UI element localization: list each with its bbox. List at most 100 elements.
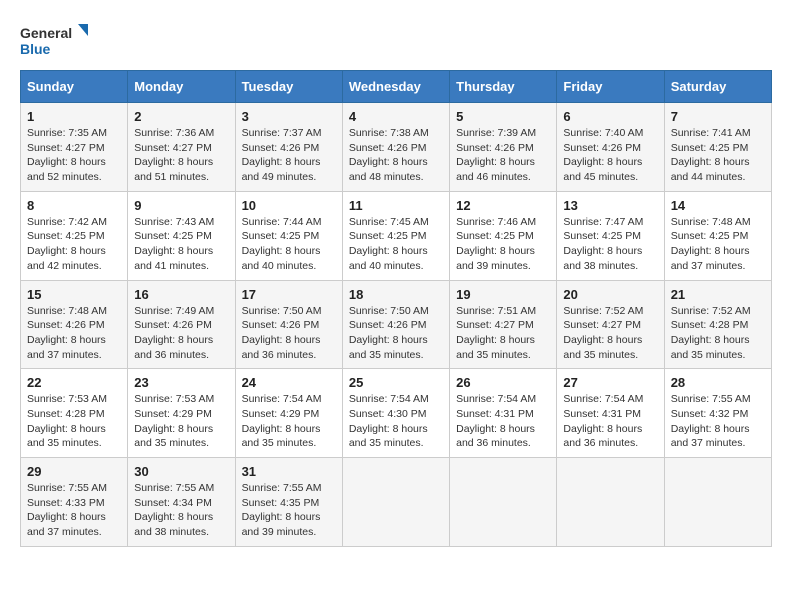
- day-number: 25: [349, 375, 443, 390]
- day-number: 14: [671, 198, 765, 213]
- calendar-week-row: 22 Sunrise: 7:53 AMSunset: 4:28 PMDaylig…: [21, 369, 772, 458]
- calendar-cell: 11 Sunrise: 7:45 AMSunset: 4:25 PMDaylig…: [342, 191, 449, 280]
- calendar-cell: 7 Sunrise: 7:41 AMSunset: 4:25 PMDayligh…: [664, 103, 771, 192]
- day-number: 28: [671, 375, 765, 390]
- day-detail: Sunrise: 7:50 AMSunset: 4:26 PMDaylight:…: [349, 305, 429, 361]
- day-detail: Sunrise: 7:55 AMSunset: 4:33 PMDaylight:…: [27, 482, 107, 538]
- weekday-header-sunday: Sunday: [21, 71, 128, 103]
- calendar-cell: 15 Sunrise: 7:48 AMSunset: 4:26 PMDaylig…: [21, 280, 128, 369]
- weekday-header-tuesday: Tuesday: [235, 71, 342, 103]
- day-number: 27: [563, 375, 657, 390]
- calendar-cell: 21 Sunrise: 7:52 AMSunset: 4:28 PMDaylig…: [664, 280, 771, 369]
- day-number: 30: [134, 464, 228, 479]
- weekday-header-friday: Friday: [557, 71, 664, 103]
- calendar-cell: 6 Sunrise: 7:40 AMSunset: 4:26 PMDayligh…: [557, 103, 664, 192]
- day-detail: Sunrise: 7:40 AMSunset: 4:26 PMDaylight:…: [563, 127, 643, 183]
- day-detail: Sunrise: 7:49 AMSunset: 4:26 PMDaylight:…: [134, 305, 214, 361]
- calendar-cell: 31 Sunrise: 7:55 AMSunset: 4:35 PMDaylig…: [235, 458, 342, 547]
- calendar-cell: 26 Sunrise: 7:54 AMSunset: 4:31 PMDaylig…: [450, 369, 557, 458]
- day-detail: Sunrise: 7:51 AMSunset: 4:27 PMDaylight:…: [456, 305, 536, 361]
- day-number: 9: [134, 198, 228, 213]
- day-number: 26: [456, 375, 550, 390]
- day-detail: Sunrise: 7:55 AMSunset: 4:32 PMDaylight:…: [671, 393, 751, 449]
- weekday-header-saturday: Saturday: [664, 71, 771, 103]
- day-number: 8: [27, 198, 121, 213]
- weekday-header-monday: Monday: [128, 71, 235, 103]
- calendar-week-row: 15 Sunrise: 7:48 AMSunset: 4:26 PMDaylig…: [21, 280, 772, 369]
- day-detail: Sunrise: 7:55 AMSunset: 4:34 PMDaylight:…: [134, 482, 214, 538]
- day-detail: Sunrise: 7:53 AMSunset: 4:28 PMDaylight:…: [27, 393, 107, 449]
- day-detail: Sunrise: 7:54 AMSunset: 4:31 PMDaylight:…: [456, 393, 536, 449]
- day-detail: Sunrise: 7:47 AMSunset: 4:25 PMDaylight:…: [563, 216, 643, 272]
- day-detail: Sunrise: 7:44 AMSunset: 4:25 PMDaylight:…: [242, 216, 322, 272]
- day-detail: Sunrise: 7:35 AMSunset: 4:27 PMDaylight:…: [27, 127, 107, 183]
- day-detail: Sunrise: 7:54 AMSunset: 4:29 PMDaylight:…: [242, 393, 322, 449]
- day-detail: Sunrise: 7:54 AMSunset: 4:31 PMDaylight:…: [563, 393, 643, 449]
- calendar-cell: 28 Sunrise: 7:55 AMSunset: 4:32 PMDaylig…: [664, 369, 771, 458]
- day-number: 23: [134, 375, 228, 390]
- calendar-table: SundayMondayTuesdayWednesdayThursdayFrid…: [20, 70, 772, 547]
- calendar-cell: 17 Sunrise: 7:50 AMSunset: 4:26 PMDaylig…: [235, 280, 342, 369]
- calendar-cell: 1 Sunrise: 7:35 AMSunset: 4:27 PMDayligh…: [21, 103, 128, 192]
- calendar-cell: [557, 458, 664, 547]
- day-number: 17: [242, 287, 336, 302]
- day-number: 19: [456, 287, 550, 302]
- day-number: 10: [242, 198, 336, 213]
- calendar-cell: 10 Sunrise: 7:44 AMSunset: 4:25 PMDaylig…: [235, 191, 342, 280]
- day-number: 21: [671, 287, 765, 302]
- day-number: 18: [349, 287, 443, 302]
- day-detail: Sunrise: 7:41 AMSunset: 4:25 PMDaylight:…: [671, 127, 751, 183]
- day-number: 13: [563, 198, 657, 213]
- weekday-header-row: SundayMondayTuesdayWednesdayThursdayFrid…: [21, 71, 772, 103]
- weekday-header-wednesday: Wednesday: [342, 71, 449, 103]
- calendar-cell: [450, 458, 557, 547]
- day-detail: Sunrise: 7:52 AMSunset: 4:28 PMDaylight:…: [671, 305, 751, 361]
- calendar-cell: 3 Sunrise: 7:37 AMSunset: 4:26 PMDayligh…: [235, 103, 342, 192]
- weekday-header-thursday: Thursday: [450, 71, 557, 103]
- day-detail: Sunrise: 7:36 AMSunset: 4:27 PMDaylight:…: [134, 127, 214, 183]
- calendar-cell: 22 Sunrise: 7:53 AMSunset: 4:28 PMDaylig…: [21, 369, 128, 458]
- day-detail: Sunrise: 7:52 AMSunset: 4:27 PMDaylight:…: [563, 305, 643, 361]
- day-number: 22: [27, 375, 121, 390]
- calendar-week-row: 8 Sunrise: 7:42 AMSunset: 4:25 PMDayligh…: [21, 191, 772, 280]
- day-detail: Sunrise: 7:38 AMSunset: 4:26 PMDaylight:…: [349, 127, 429, 183]
- day-number: 5: [456, 109, 550, 124]
- day-detail: Sunrise: 7:50 AMSunset: 4:26 PMDaylight:…: [242, 305, 322, 361]
- calendar-cell: 20 Sunrise: 7:52 AMSunset: 4:27 PMDaylig…: [557, 280, 664, 369]
- day-detail: Sunrise: 7:37 AMSunset: 4:26 PMDaylight:…: [242, 127, 322, 183]
- day-detail: Sunrise: 7:45 AMSunset: 4:25 PMDaylight:…: [349, 216, 429, 272]
- calendar-cell: 13 Sunrise: 7:47 AMSunset: 4:25 PMDaylig…: [557, 191, 664, 280]
- calendar-cell: 24 Sunrise: 7:54 AMSunset: 4:29 PMDaylig…: [235, 369, 342, 458]
- calendar-cell: 5 Sunrise: 7:39 AMSunset: 4:26 PMDayligh…: [450, 103, 557, 192]
- calendar-cell: 8 Sunrise: 7:42 AMSunset: 4:25 PMDayligh…: [21, 191, 128, 280]
- calendar-cell: 29 Sunrise: 7:55 AMSunset: 4:33 PMDaylig…: [21, 458, 128, 547]
- calendar-cell: 27 Sunrise: 7:54 AMSunset: 4:31 PMDaylig…: [557, 369, 664, 458]
- day-number: 29: [27, 464, 121, 479]
- day-detail: Sunrise: 7:53 AMSunset: 4:29 PMDaylight:…: [134, 393, 214, 449]
- svg-text:General: General: [20, 25, 72, 41]
- day-number: 1: [27, 109, 121, 124]
- day-detail: Sunrise: 7:54 AMSunset: 4:30 PMDaylight:…: [349, 393, 429, 449]
- day-number: 31: [242, 464, 336, 479]
- calendar-cell: 12 Sunrise: 7:46 AMSunset: 4:25 PMDaylig…: [450, 191, 557, 280]
- day-number: 11: [349, 198, 443, 213]
- day-number: 20: [563, 287, 657, 302]
- logo-svg: General Blue: [20, 20, 90, 60]
- svg-text:Blue: Blue: [20, 41, 51, 57]
- calendar-cell: 4 Sunrise: 7:38 AMSunset: 4:26 PMDayligh…: [342, 103, 449, 192]
- day-detail: Sunrise: 7:46 AMSunset: 4:25 PMDaylight:…: [456, 216, 536, 272]
- day-number: 15: [27, 287, 121, 302]
- day-detail: Sunrise: 7:48 AMSunset: 4:26 PMDaylight:…: [27, 305, 107, 361]
- calendar-cell: 16 Sunrise: 7:49 AMSunset: 4:26 PMDaylig…: [128, 280, 235, 369]
- calendar-cell: [664, 458, 771, 547]
- calendar-cell: 9 Sunrise: 7:43 AMSunset: 4:25 PMDayligh…: [128, 191, 235, 280]
- calendar-cell: 19 Sunrise: 7:51 AMSunset: 4:27 PMDaylig…: [450, 280, 557, 369]
- calendar-cell: 25 Sunrise: 7:54 AMSunset: 4:30 PMDaylig…: [342, 369, 449, 458]
- header: General Blue: [20, 20, 772, 60]
- day-number: 4: [349, 109, 443, 124]
- calendar-cell: 18 Sunrise: 7:50 AMSunset: 4:26 PMDaylig…: [342, 280, 449, 369]
- day-number: 12: [456, 198, 550, 213]
- calendar-cell: 14 Sunrise: 7:48 AMSunset: 4:25 PMDaylig…: [664, 191, 771, 280]
- day-number: 7: [671, 109, 765, 124]
- calendar-cell: 2 Sunrise: 7:36 AMSunset: 4:27 PMDayligh…: [128, 103, 235, 192]
